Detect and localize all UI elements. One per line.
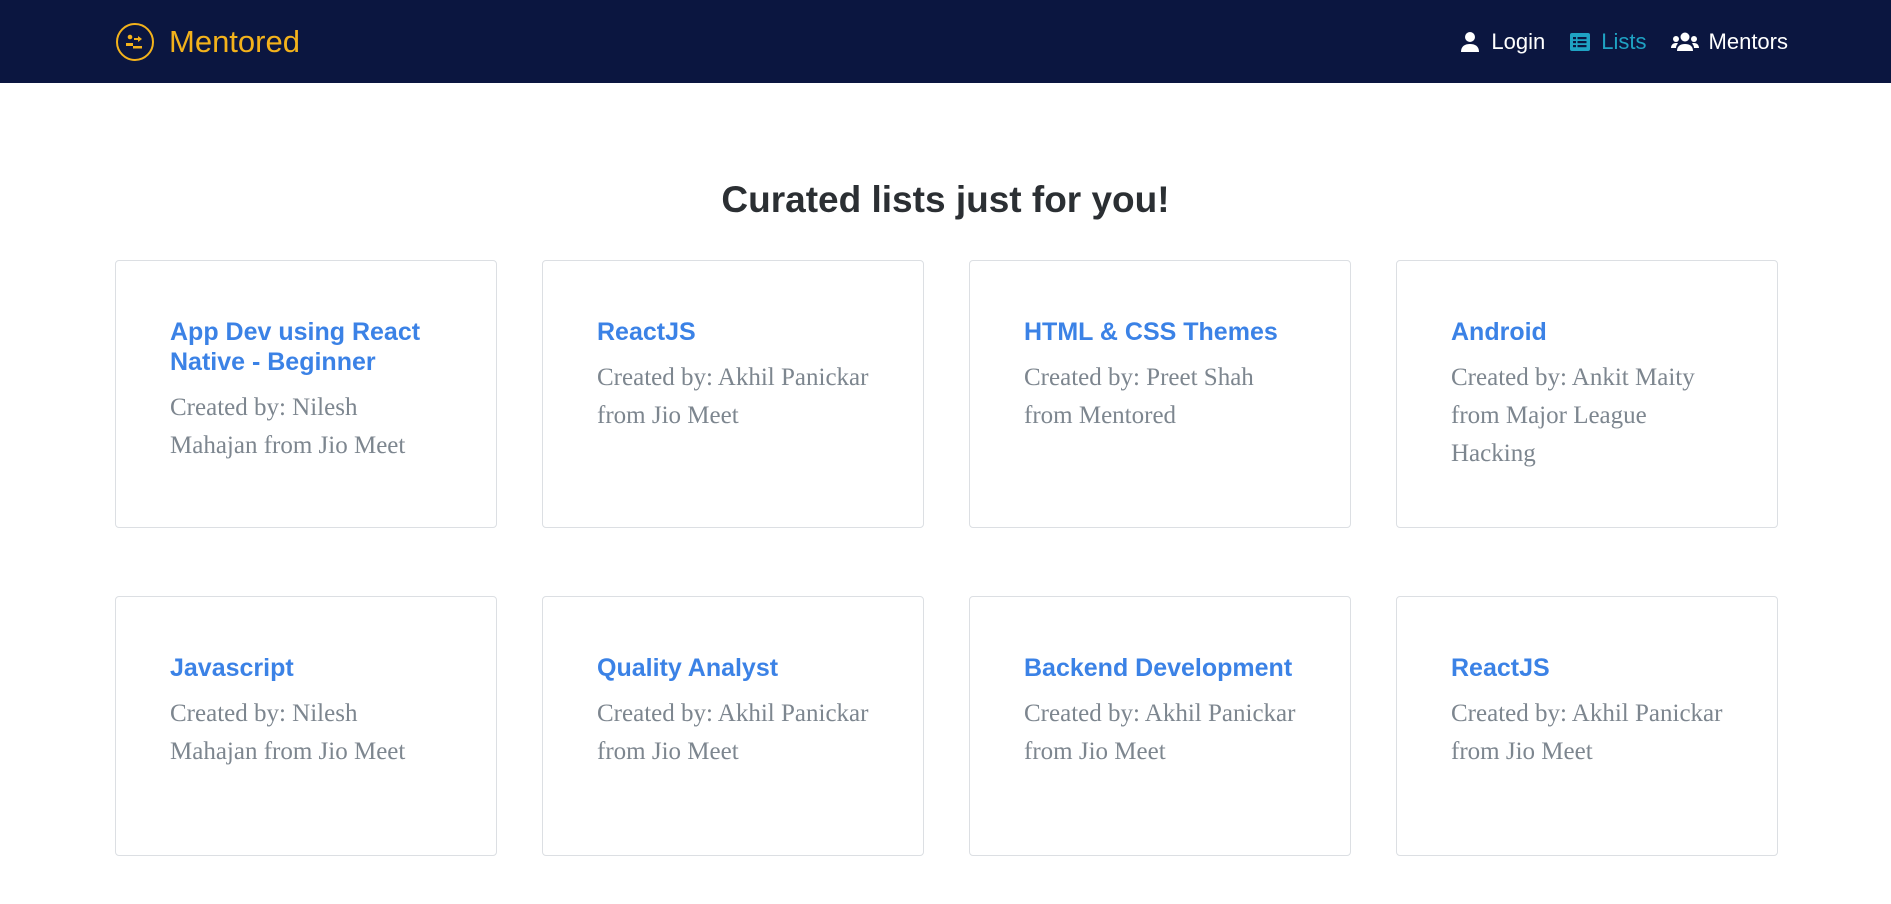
list-card-title: HTML & CSS Themes (1024, 318, 1278, 346)
list-card-author: Created by: Akhil Panickar from Jio Meet (1024, 700, 1296, 765)
nav-login-label: Login (1491, 28, 1546, 54)
list-card[interactable]: Backend Development Created by: Akhil Pa… (969, 596, 1351, 856)
list-card-title: Quality Analyst (597, 654, 779, 682)
list-card-title: Javascript (170, 654, 294, 682)
list-card-author: Created by: Akhil Panickar from Jio Meet (1451, 700, 1723, 765)
brand-link[interactable]: Mentored (115, 22, 300, 62)
nav-mentors-label: Mentors (1708, 28, 1788, 54)
list-card[interactable]: HTML & CSS Themes Created by: Preet Shah… (969, 260, 1351, 528)
list-card-title: App Dev using React Native - Beginner (170, 318, 421, 376)
nav-lists-link[interactable]: Lists (1569, 28, 1647, 55)
list-card-title: Backend Development (1024, 654, 1293, 682)
list-icon (1570, 32, 1591, 51)
list-card-author: Created by: Akhil Panickar from Jio Meet (597, 700, 869, 765)
list-card[interactable]: Android Created by: Ankit Maity from Maj… (1396, 260, 1778, 528)
list-card[interactable]: Quality Analyst Created by: Akhil Panick… (542, 596, 924, 856)
top-navbar: Mentored Login Lists Mentors (0, 0, 1891, 83)
list-card-author: Created by: Nilesh Mahajan from Jio Meet (170, 700, 406, 765)
mentored-logo-icon (116, 22, 154, 61)
nav-login-link[interactable]: Login (1459, 29, 1545, 55)
list-card-author: Created by: Preet Shah from Mentored (1024, 364, 1254, 429)
users-icon (1670, 32, 1699, 51)
main-content: Curated lists just for you! App Dev usin… (0, 181, 1891, 856)
list-card[interactable]: ReactJS Created by: Akhil Panickar from … (542, 260, 924, 528)
nav-links: Login Lists Mentors (1459, 29, 1788, 55)
brand-name: Mentored (169, 23, 300, 59)
nav-mentors-link[interactable]: Mentors (1670, 28, 1788, 55)
list-card[interactable]: App Dev using React Native - Beginner Cr… (115, 260, 497, 528)
page-title: Curated lists just for you! (721, 179, 1170, 220)
list-card[interactable]: Javascript Created by: Nilesh Mahajan fr… (115, 596, 497, 856)
list-card-title: ReactJS (1451, 654, 1550, 682)
list-card-title: ReactJS (597, 318, 696, 346)
list-card-title: Android (1451, 318, 1547, 346)
list-card-author: Created by: Ankit Maity from Major Leagu… (1451, 364, 1695, 467)
lists-grid: App Dev using React Native - Beginner Cr… (115, 260, 1778, 856)
list-card-author: Created by: Akhil Panickar from Jio Meet (597, 364, 869, 429)
list-card-author: Created by: Nilesh Mahajan from Jio Meet (170, 394, 406, 459)
list-card[interactable]: ReactJS Created by: Akhil Panickar from … (1396, 596, 1778, 856)
user-icon (1461, 31, 1480, 52)
nav-lists-label: Lists (1601, 28, 1647, 54)
